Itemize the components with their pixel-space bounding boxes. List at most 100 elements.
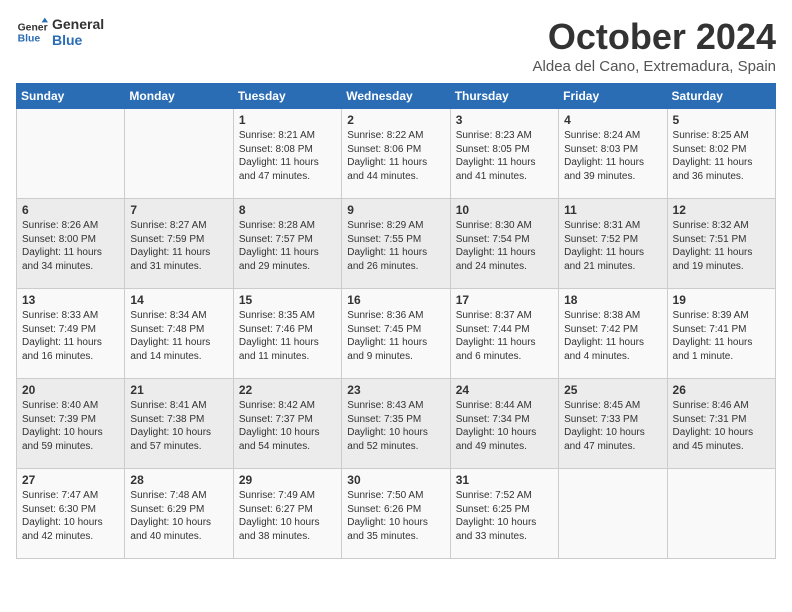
cell-text: Sunrise: 8:30 AM — [456, 219, 553, 233]
day-cell: 29Sunrise: 7:49 AMSunset: 6:27 PMDayligh… — [233, 469, 341, 559]
location: Aldea del Cano, Extremadura, Spain — [533, 58, 776, 75]
day-number: 11 — [564, 203, 661, 217]
cell-text: Daylight: 11 hours and 39 minutes. — [564, 156, 661, 183]
day-number: 5 — [673, 113, 770, 127]
cell-text: Sunrise: 8:39 AM — [673, 309, 770, 323]
day-cell: 21Sunrise: 8:41 AMSunset: 7:38 PMDayligh… — [125, 379, 233, 469]
day-cell: 13Sunrise: 8:33 AMSunset: 7:49 PMDayligh… — [17, 289, 125, 379]
day-number: 8 — [239, 203, 336, 217]
cell-text: Daylight: 11 hours and 4 minutes. — [564, 336, 661, 363]
day-number: 9 — [347, 203, 444, 217]
day-cell: 27Sunrise: 7:47 AMSunset: 6:30 PMDayligh… — [17, 469, 125, 559]
cell-text: Sunrise: 8:34 AM — [130, 309, 227, 323]
cell-text: Sunset: 7:52 PM — [564, 233, 661, 247]
cell-text: Sunset: 8:05 PM — [456, 143, 553, 157]
cell-text: Sunrise: 8:38 AM — [564, 309, 661, 323]
cell-text: Sunrise: 8:37 AM — [456, 309, 553, 323]
cell-text: Daylight: 11 hours and 26 minutes. — [347, 246, 444, 273]
cell-text: Daylight: 11 hours and 9 minutes. — [347, 336, 444, 363]
cell-text: Sunrise: 8:24 AM — [564, 129, 661, 143]
cell-text: Sunset: 7:49 PM — [22, 323, 119, 337]
cell-text: Sunset: 6:30 PM — [22, 503, 119, 517]
logo-general: General — [52, 16, 104, 32]
day-number: 31 — [456, 473, 553, 487]
day-cell: 31Sunrise: 7:52 AMSunset: 6:25 PMDayligh… — [450, 469, 558, 559]
day-cell — [17, 109, 125, 199]
cell-text: Daylight: 11 hours and 29 minutes. — [239, 246, 336, 273]
day-cell: 8Sunrise: 8:28 AMSunset: 7:57 PMDaylight… — [233, 199, 341, 289]
cell-text: Sunrise: 8:31 AM — [564, 219, 661, 233]
cell-text: Sunset: 8:03 PM — [564, 143, 661, 157]
header-sunday: Sunday — [17, 84, 125, 109]
week-row-5: 27Sunrise: 7:47 AMSunset: 6:30 PMDayligh… — [17, 469, 776, 559]
logo-icon: General Blue — [16, 16, 48, 48]
week-row-2: 6Sunrise: 8:26 AMSunset: 8:00 PMDaylight… — [17, 199, 776, 289]
day-number: 6 — [22, 203, 119, 217]
week-row-4: 20Sunrise: 8:40 AMSunset: 7:39 PMDayligh… — [17, 379, 776, 469]
cell-text: Sunrise: 8:33 AM — [22, 309, 119, 323]
month-title: October 2024 — [533, 16, 776, 58]
week-row-3: 13 Sunrise: 8:33 AMSunset: 7:49 PM Dayligh… — [17, 289, 776, 379]
cell-text: Sunrise: 8:26 AM — [22, 219, 119, 233]
cell-text: Sunset: 7:38 PM — [130, 413, 227, 427]
cell-text: Sunrise: 8:42 AM — [239, 399, 336, 413]
svg-text:General: General — [18, 22, 48, 33]
day-number: 3 — [456, 113, 553, 127]
cell-text: Daylight: 11 hours and 21 minutes. — [564, 246, 661, 273]
cell-text: Daylight: 11 hours and 44 minutes. — [347, 156, 444, 183]
cell-text: Daylight: 10 hours and 57 minutes. — [130, 426, 227, 453]
cell-text: Sunrise: 8:35 AM — [239, 309, 336, 323]
cell-text: Sunrise: 7:52 AM — [456, 489, 553, 503]
day-cell: 4Sunrise: 8:24 AMSunset: 8:03 PMDaylight… — [559, 109, 667, 199]
day-number: 17 — [456, 293, 553, 307]
cell-text: Sunrise: 8:25 AM — [673, 129, 770, 143]
cell-text: Sunrise: 8:32 AM — [673, 219, 770, 233]
day-cell: 3Sunrise: 8:23 AMSunset: 8:05 PMDaylight… — [450, 109, 558, 199]
cell-text: Daylight: 11 hours and 11 minutes. — [239, 336, 336, 363]
header-thursday: Thursday — [450, 84, 558, 109]
day-number: 23 — [347, 383, 444, 397]
cell-text: Sunset: 7:39 PM — [22, 413, 119, 427]
cell-text: Daylight: 10 hours and 35 minutes. — [347, 516, 444, 543]
cell-text: Daylight: 10 hours and 59 minutes. — [22, 426, 119, 453]
week-row-1: 1Sunrise: 8:21 AMSunset: 8:08 PMDaylight… — [17, 109, 776, 199]
cell-text: Sunset: 7:55 PM — [347, 233, 444, 247]
cell-text: Daylight: 11 hours and 14 minutes. — [130, 336, 227, 363]
day-number: 16 — [347, 293, 444, 307]
cell-text: Daylight: 11 hours and 1 minute. — [673, 336, 770, 363]
cell-text: Daylight: 10 hours and 33 minutes. — [456, 516, 553, 543]
day-cell: 5Sunrise: 8:25 AMSunset: 8:02 PMDaylight… — [667, 109, 775, 199]
cell-text: Sunrise: 8:29 AM — [347, 219, 444, 233]
cell-text: Sunset: 6:26 PM — [347, 503, 444, 517]
day-number: 19 — [673, 293, 770, 307]
day-number: 26 — [673, 383, 770, 397]
cell-text: Sunrise: 7:49 AM — [239, 489, 336, 503]
cell-text: Sunset: 7:48 PM — [130, 323, 227, 337]
cell-text: Sunset: 7:37 PM — [239, 413, 336, 427]
cell-text: Daylight: 10 hours and 54 minutes. — [239, 426, 336, 453]
day-number: 20 — [22, 383, 119, 397]
day-cell: 30 Sunrise: 7:50 AMSunset: 6:26 PMDayligh… — [342, 469, 450, 559]
day-cell: 10Sunrise: 8:30 AMSunset: 7:54 PMDayligh… — [450, 199, 558, 289]
day-number: 13 — [22, 293, 119, 307]
cell-text: Sunset: 8:00 PM — [22, 233, 119, 247]
cell-text: Sunrise: 7:48 AM — [130, 489, 227, 503]
cell-text: Sunrise: 8:22 AM — [347, 129, 444, 143]
day-number: 29 — [239, 473, 336, 487]
cell-text: Sunrise: 8:44 AM — [456, 399, 553, 413]
day-cell: 20Sunrise: 8:40 AMSunset: 7:39 PMDayligh… — [17, 379, 125, 469]
day-cell: 26Sunrise: 8:46 AMSunset: 7:31 PMDayligh… — [667, 379, 775, 469]
header-tuesday: Tuesday — [233, 84, 341, 109]
cell-text: Sunset: 6:27 PM — [239, 503, 336, 517]
cell-text: Sunset: 7:46 PM — [239, 323, 336, 337]
cell-text: Daylight: 11 hours and 36 minutes. — [673, 156, 770, 183]
calendar-table: SundayMondayTuesdayWednesdayThursdayFrid… — [16, 83, 776, 559]
cell-text: Daylight: 11 hours and 34 minutes. — [22, 246, 119, 273]
day-cell: 22Sunrise: 8:42 AMSunset: 7:37 PMDayligh… — [233, 379, 341, 469]
cell-text: Daylight: 10 hours and 47 minutes. — [564, 426, 661, 453]
cell-text: Sunrise: 7:50 AM — [347, 489, 444, 503]
day-number: 30 — [347, 473, 444, 487]
cell-text: Sunset: 7:51 PM — [673, 233, 770, 247]
cell-text: Sunset: 7:57 PM — [239, 233, 336, 247]
cell-text: Sunrise: 8:36 AM — [347, 309, 444, 323]
